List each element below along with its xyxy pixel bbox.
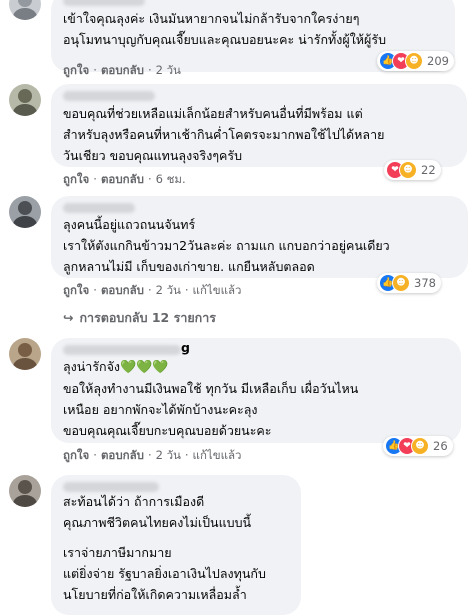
timestamp[interactable]: 6 ชม. bbox=[156, 171, 186, 189]
edited-label: แก้ไขแล้ว bbox=[192, 448, 242, 462]
care-icon: ☻ bbox=[405, 52, 423, 70]
comment-bubble: ลุงคนนี้อยู่แถวถนนจันทร์ เราให้ตังแกกินข… bbox=[51, 196, 468, 278]
reply-link[interactable]: ตอบกลับ bbox=[101, 282, 144, 300]
reaction-summary[interactable]: 👍 ☻ 378 bbox=[377, 273, 441, 293]
avatar[interactable] bbox=[9, 338, 41, 370]
reaction-summary[interactable]: 👍 ❤ ☻ 26 bbox=[383, 436, 453, 456]
comment-bubble: ขอบคุณที่ช่วยเหลือแม่เล็กน้อยสำหรับคนอื่… bbox=[51, 84, 467, 167]
care-icon: ☻ bbox=[392, 274, 410, 292]
view-replies-link[interactable]: ↪ การตอบกลับ 12 รายการ bbox=[63, 308, 216, 328]
commenter-name-tail[interactable]: g bbox=[181, 340, 190, 355]
green-heart-emoji: 💚💚💚 bbox=[120, 360, 169, 375]
like-link[interactable]: ถูกใจ bbox=[63, 282, 89, 300]
comment-actions: ถูกใจ · ตอบกลับ · 2 วัน · แก้ไขแล้ว bbox=[63, 282, 241, 300]
care-icon: ☻ bbox=[411, 437, 429, 455]
reaction-summary[interactable]: 👍 ❤ ☻ 209 bbox=[377, 51, 454, 71]
comment-bubble: สะท้อนได้ว่า ถ้าการเมืองดี คุณภาพชีวิตคน… bbox=[51, 475, 301, 615]
avatar[interactable] bbox=[9, 475, 41, 507]
care-icon: ☻ bbox=[399, 161, 417, 179]
commenter-name-blurred[interactable] bbox=[63, 91, 155, 101]
reaction-count: 378 bbox=[414, 276, 436, 290]
commenter-name-blurred[interactable] bbox=[63, 345, 181, 355]
timestamp[interactable]: 2 วัน bbox=[156, 282, 181, 300]
reaction-count: 209 bbox=[427, 54, 449, 68]
timestamp[interactable]: 2 วัน bbox=[156, 62, 181, 80]
reaction-summary[interactable]: ❤ ☻ 22 bbox=[384, 160, 441, 180]
avatar[interactable] bbox=[9, 0, 41, 20]
like-link[interactable]: ถูกใจ bbox=[63, 62, 89, 80]
comment-actions: ถูกใจ · ตอบกลับ · 2 วัน · แก้ไขแล้ว bbox=[63, 447, 241, 465]
reply-link[interactable]: ตอบกลับ bbox=[101, 171, 144, 189]
avatar[interactable] bbox=[9, 196, 41, 228]
comment-text: สะท้อนได้ว่า ถ้าการเมืองดี คุณภาพชีวิตคน… bbox=[63, 494, 266, 602]
comment-text: ลุงน่ารักจัง💚💚💚 ขอให้ลุงทำงานมีเงินพอใช้… bbox=[63, 359, 359, 438]
reply-link[interactable]: ตอบกลับ bbox=[101, 447, 144, 465]
commenter-name-blurred[interactable] bbox=[63, 203, 135, 213]
reaction-count: 22 bbox=[421, 163, 436, 177]
reply-arrow-icon: ↪ bbox=[63, 310, 74, 325]
timestamp[interactable]: 2 วัน bbox=[156, 447, 181, 465]
edited-label: แก้ไขแล้ว bbox=[192, 283, 242, 297]
comment-bubble: g ลุงน่ารักจัง💚💚💚 ขอให้ลุงทำงานมีเงินพอใ… bbox=[51, 338, 461, 443]
like-link[interactable]: ถูกใจ bbox=[63, 447, 89, 465]
reaction-count: 26 bbox=[433, 439, 448, 453]
avatar[interactable] bbox=[9, 84, 41, 116]
comment-text: ขอบคุณที่ช่วยเหลือแม่เล็กน้อยสำหรับคนอื่… bbox=[63, 106, 385, 163]
comment-text: ลุงคนนี้อยู่แถวถนนจันทร์ เราให้ตังแกกินข… bbox=[63, 217, 390, 274]
like-link[interactable]: ถูกใจ bbox=[63, 171, 89, 189]
reply-link[interactable]: ตอบกลับ bbox=[101, 62, 144, 80]
comment-actions: ถูกใจ · ตอบกลับ · 6 ชม. bbox=[63, 171, 186, 189]
comment-actions: ถูกใจ · ตอบกลับ · 2 วัน bbox=[63, 62, 181, 80]
commenter-name-blurred[interactable] bbox=[63, 0, 145, 6]
comment-text: เข้าใจคุณลุงค่ะ เงินมันหายากจนไม่กล้ารับ… bbox=[63, 11, 387, 47]
